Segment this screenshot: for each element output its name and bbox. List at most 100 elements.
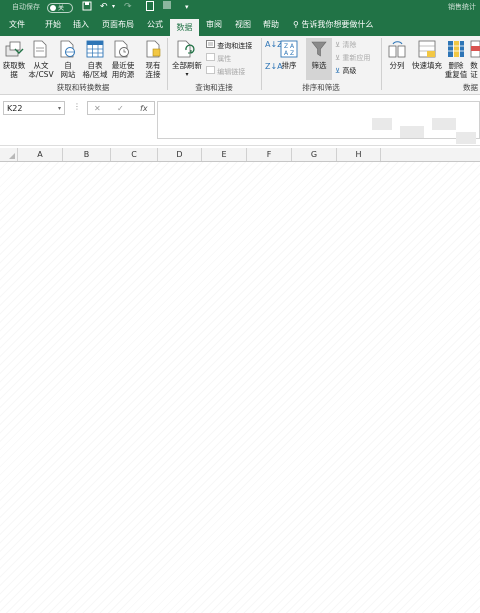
undo-dropdown-icon[interactable]: ▾: [112, 1, 115, 13]
undo-icon[interactable]: ↶: [100, 1, 108, 13]
svg-text:Z A: Z A: [284, 43, 295, 50]
from-web-label: 自 网站: [60, 61, 76, 79]
tab-review[interactable]: 审阅: [201, 14, 227, 36]
svg-text:A Z: A Z: [284, 50, 294, 57]
column-header-b[interactable]: B: [62, 148, 110, 161]
column-header-d[interactable]: D: [157, 148, 201, 161]
tab-formulas[interactable]: 公式: [142, 14, 168, 36]
clock-file-icon: [114, 40, 129, 58]
queries-connections-label: 查询和连接: [217, 42, 253, 50]
get-data-label: 获取数 据: [2, 61, 26, 79]
column-header-h[interactable]: H: [336, 148, 380, 161]
column-header-e[interactable]: E: [201, 148, 246, 161]
refresh-all-label: 全部刷新: [172, 61, 202, 70]
name-box-dropdown-icon[interactable]: ▾: [58, 102, 61, 116]
column-headers: A B C D E F G H: [0, 148, 480, 162]
redo-icon[interactable]: ↷: [124, 1, 132, 13]
column-header-g[interactable]: G: [291, 148, 336, 161]
tell-me-label: 告诉我你想要做什么: [301, 20, 374, 29]
existing-connections-label: 现有 连接: [145, 61, 161, 79]
tab-page-layout[interactable]: 页面布局: [98, 14, 138, 36]
reapply-label: 重新应用: [342, 54, 371, 62]
edit-links-label: 编辑链接: [217, 68, 246, 76]
clear-button[interactable]: ⊻ 清除: [335, 40, 356, 50]
text-file-icon: [33, 40, 47, 58]
filter-label: 筛选: [311, 61, 327, 70]
column-header-c[interactable]: C: [110, 148, 157, 161]
sort-dialog-icon: Z A A Z: [280, 40, 298, 58]
enter-icon[interactable]: ✓: [117, 102, 124, 115]
from-csv-label: 从文 本/CSV: [28, 61, 54, 79]
flash-fill-icon: [418, 40, 436, 58]
connection-icon: [146, 40, 161, 58]
queries-connections-button[interactable]: 查询和连接: [206, 40, 252, 51]
name-box[interactable]: K22 ▾: [3, 101, 65, 115]
from-table-label: 自表 格/区域: [82, 61, 108, 79]
properties-icon: [206, 53, 215, 61]
autosave-toggle[interactable]: 关: [47, 3, 73, 13]
tell-me-search[interactable]: ⚲ 告诉我你想要做什么: [293, 14, 373, 36]
ribbon-tabs: 文件 开始 插入 页面布局 公式 数据 审阅 视图 帮助 ⚲ 告诉我你想要做什么: [0, 14, 480, 38]
advanced-button[interactable]: ⊻ 高级: [335, 66, 356, 76]
grid-icon[interactable]: [163, 1, 171, 13]
customize-icon[interactable]: ▾: [185, 1, 189, 13]
edit-links-icon: [206, 66, 215, 74]
tab-help[interactable]: 帮助: [258, 14, 284, 36]
flash-fill-label: 快速填充: [412, 61, 442, 70]
table-icon: [86, 40, 104, 58]
document-title: 销售统计: [448, 3, 476, 11]
text-to-columns-label: 分列: [389, 61, 405, 70]
blur-block: [432, 118, 456, 130]
properties-button[interactable]: 属性: [206, 53, 231, 64]
text-to-columns-icon: [388, 41, 406, 58]
worksheet-grid[interactable]: [0, 162, 480, 613]
filter-button[interactable]: 筛选: [306, 38, 332, 80]
toggle-knob: [50, 5, 56, 11]
clear-label: 清除: [342, 41, 357, 49]
advanced-filter-icon: ⊻: [335, 67, 341, 75]
sort-label: 排序: [281, 61, 297, 70]
blur-block: [456, 132, 476, 144]
column-header-a[interactable]: A: [17, 148, 62, 161]
formula-buttons: ✕ ✓ fx: [87, 101, 155, 115]
ribbon-data: 获取数 据 从文 本/CSV 自 网站 自表 格/区域 最近使 用的源 现有 连…: [0, 36, 480, 95]
autosave-label: 自动保存: [12, 3, 40, 11]
data-validation-label: 数 证: [470, 61, 478, 79]
group-label-queries: 查询和连接: [195, 83, 233, 92]
insert-function-icon[interactable]: fx: [140, 102, 148, 115]
tab-home[interactable]: 开始: [40, 14, 66, 36]
queries-icon: [206, 40, 215, 48]
title-bar: 自动保存 关 ↶ ▾ ↷ ▾ 销售统计: [0, 0, 480, 14]
remove-duplicates-icon: [448, 41, 464, 57]
cancel-icon[interactable]: ✕: [94, 102, 101, 115]
filter-icon: [311, 41, 327, 57]
group-divider: [381, 38, 382, 90]
select-all-button[interactable]: [0, 148, 17, 161]
reapply-icon: ⊻: [335, 54, 341, 62]
reapply-button[interactable]: ⊻ 重新应用: [335, 53, 370, 63]
tab-data[interactable]: 数据: [170, 17, 199, 38]
save-icon[interactable]: [82, 1, 92, 15]
tab-file[interactable]: 文件: [4, 14, 30, 36]
group-label-sort-filter: 排序和筛选: [302, 83, 340, 92]
blur-block: [372, 118, 392, 130]
column-header-blurred: [380, 148, 480, 161]
group-label-get-transform: 获取和转换数据: [56, 83, 110, 92]
web-icon: [60, 40, 75, 58]
properties-label: 属性: [217, 55, 232, 63]
name-box-value: K22: [7, 104, 23, 113]
advanced-label: 高级: [342, 67, 357, 75]
refresh-icon: [177, 40, 195, 58]
edit-links-button[interactable]: 编辑链接: [206, 66, 245, 77]
column-header-f[interactable]: F: [246, 148, 291, 161]
tab-insert[interactable]: 插入: [68, 14, 94, 36]
blur-block: [400, 126, 424, 138]
recent-sources-label: 最近使 用的源: [111, 61, 135, 79]
tab-view[interactable]: 视图: [230, 14, 256, 36]
clear-filter-icon: ⊻: [335, 41, 341, 49]
refresh-dropdown-icon[interactable]: ▾: [168, 70, 206, 79]
autosave-state: 关: [58, 5, 65, 12]
formula-bar-resize-icon[interactable]: ⋮: [73, 102, 81, 111]
get-data-icon: [5, 41, 24, 57]
form-icon[interactable]: [146, 1, 154, 15]
